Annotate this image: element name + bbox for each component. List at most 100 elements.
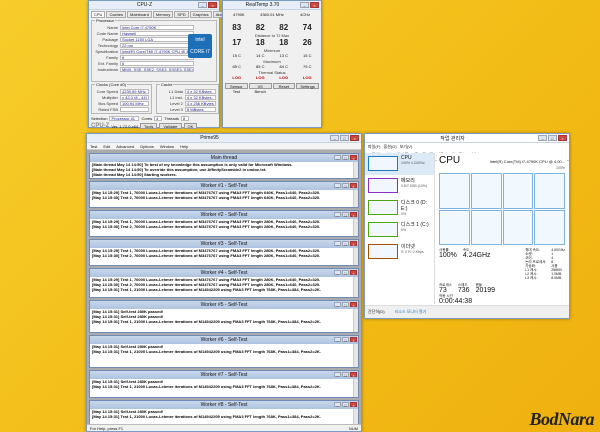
tab-memory[interactable]: Memory [152,11,174,18]
maximize-icon[interactable]: □ [340,135,349,141]
perf-item[interactable]: 디스크 0 (D: E:) 0% [365,197,434,219]
tab-mainboard[interactable]: Mainboard [127,11,152,18]
close-icon[interactable]: × [310,2,319,8]
validate-button[interactable]: Validate [159,123,182,129]
close-icon[interactable]: × [350,270,357,276]
scrollbar[interactable] [353,379,358,397]
menu-window[interactable]: Window [160,144,174,149]
maximize-icon[interactable]: □ [342,270,349,276]
maximize-icon[interactable]: □ [342,155,349,161]
worker-window[interactable]: Worker #1 - Self-Test – □ × [May 14 15:29] T… [89,181,359,208]
close-icon[interactable]: × [350,155,357,161]
settings-button[interactable]: Settings [296,83,319,89]
worker-titlebar[interactable]: Worker #5 - Self-Test – □ × [90,301,358,309]
maximize-icon[interactable]: □ [342,183,349,189]
scrollbar[interactable] [353,309,358,332]
close-icon[interactable]: × [350,302,357,308]
menu-options[interactable]: Options [140,144,154,149]
menu-edit[interactable]: Edit [103,144,110,149]
minimize-icon[interactable]: – [334,155,341,161]
minimize-icon[interactable]: – [300,2,309,8]
perf-item[interactable]: 이더넷 S: 0 R: 0 Kbps [365,241,434,263]
menu-test[interactable]: Test [90,144,97,149]
maximize-icon[interactable]: □ [342,241,349,247]
minimize-icon[interactable]: – [330,135,339,141]
prime95-window[interactable]: Prime95– □ × Test Edit Advanced Options Window… [86,133,362,432]
close-icon[interactable]: × [350,372,357,378]
taskmgr-window[interactable]: 작업 관리자–□× 파일(F)옵션(O)보기(V) 프로세스성능앱 기록시작프로… [364,133,570,319]
maximize-icon[interactable]: □ [342,212,349,218]
realtemp-titlebar[interactable]: RealTemp 3.70 – × [223,1,321,10]
maximize-icon[interactable]: □ [342,337,349,343]
worker-window[interactable]: Main thread – □ × [Main thread May 14 14:50]… [89,153,359,179]
worker-titlebar[interactable]: Worker #7 - Self-Test – □ × [90,371,358,379]
perf-item[interactable]: CPU 100% 4.24GHz [365,153,434,175]
tab-cpu[interactable]: CPU [91,11,106,18]
close-icon[interactable]: × [350,402,357,408]
maximize-icon[interactable]: □ [342,302,349,308]
fewer-details-link[interactable]: 간단히(D) [368,309,385,315]
minimize-icon[interactable]: – [334,270,341,276]
maximize-icon[interactable]: □ [342,402,349,408]
scrollbar[interactable] [353,344,358,367]
menu-item[interactable]: 파일(F) [368,144,380,150]
prime95-titlebar[interactable]: Prime95 – □ × [87,134,361,143]
close-icon[interactable]: × [350,241,357,247]
minimize-icon[interactable]: – [334,183,341,189]
tab-spd[interactable]: SPD [174,11,189,18]
minimize-icon[interactable]: – [334,212,341,218]
scrollbar[interactable] [353,219,358,236]
worker-window[interactable]: Worker #3 - Self-Test – □ × [May 14 15:29] T… [89,239,359,266]
close-icon[interactable]: × [350,337,357,343]
xs-bench-button[interactable]: XS Bench [248,83,272,94]
close-icon[interactable]: × [350,183,357,189]
minimize-icon[interactable]: – [334,337,341,343]
minimize-icon[interactable]: – [334,402,341,408]
close-icon[interactable]: × [350,212,357,218]
worker-titlebar[interactable]: Main thread – □ × [90,154,358,162]
scrollbar[interactable] [353,248,358,265]
tab-graphics[interactable]: Graphics [189,11,212,18]
menu-help[interactable]: Help [180,144,188,149]
minimize-icon[interactable]: – [334,372,341,378]
selection-select[interactable]: Processor #1 [109,116,140,121]
worker-window[interactable]: Worker #7 - Self-Test – □ × [May 14 15:31] S… [89,370,359,398]
reset-button[interactable]: Reset [272,83,296,89]
worker-window[interactable]: Worker #5 - Self-Test – □ × [May 14 15:31] S… [89,300,359,333]
cpuz-window[interactable]: CPU-Z – × CPU Caches Mainboard Memory SPD Graph… [88,0,230,129]
worker-titlebar[interactable]: Worker #4 - Self-Test – □ × [90,269,358,277]
worker-window[interactable]: Worker #6 - Self-Test – □ × [May 14 15:31] S… [89,335,359,368]
resource-monitor-link[interactable]: 리소스 모니터 열기 [395,309,427,315]
menu-advanced[interactable]: Advanced [116,144,134,149]
sensor-test-button[interactable]: Sensor Test [225,83,248,94]
scrollbar[interactable] [353,277,358,297]
worker-titlebar[interactable]: Worker #3 - Self-Test – □ × [90,240,358,248]
close-icon[interactable]: × [208,2,217,8]
menu-item[interactable]: 옵션(O) [383,144,396,150]
minimize-icon[interactable]: – [334,241,341,247]
scrollbar[interactable] [353,162,358,178]
perf-item[interactable]: 디스크 1 (C:) 0% [365,219,434,241]
worker-window[interactable]: Worker #4 - Self-Test – □ × [May 14 15:29] T… [89,268,359,298]
tab-caches[interactable]: Caches [106,11,127,18]
minimize-icon[interactable]: – [198,2,207,8]
close-icon[interactable]: × [350,135,359,141]
worker-titlebar[interactable]: Worker #8 - Self-Test – □ × [90,401,358,409]
tools-button[interactable]: Tools [140,123,158,129]
minimize-icon[interactable]: – [538,135,547,141]
realtemp-window[interactable]: RealTemp 3.70 – × 4790K 4360.01 MHz 4CHz 83 8… [222,0,322,128]
worker-titlebar[interactable]: Worker #6 - Self-Test – □ × [90,336,358,344]
worker-window[interactable]: Worker #2 - Self-Test – □ × [May 14 15:29] T… [89,210,359,237]
taskmgr-titlebar[interactable]: 작업 관리자 – □ × [365,134,569,143]
menu-item[interactable]: 보기(V) [400,144,413,150]
ok-button[interactable]: OK [183,123,198,129]
maximize-icon[interactable]: □ [342,372,349,378]
close-icon[interactable]: × [558,135,567,141]
scrollbar[interactable] [353,190,358,207]
minimize-icon[interactable]: – [334,302,341,308]
cpuz-titlebar[interactable]: CPU-Z – × [89,1,219,10]
perf-item[interactable]: 메모리 0.8/7.9GB (10%) [365,175,434,197]
worker-titlebar[interactable]: Worker #2 - Self-Test – □ × [90,211,358,219]
maximize-icon[interactable]: □ [548,135,557,141]
worker-titlebar[interactable]: Worker #1 - Self-Test – □ × [90,182,358,190]
